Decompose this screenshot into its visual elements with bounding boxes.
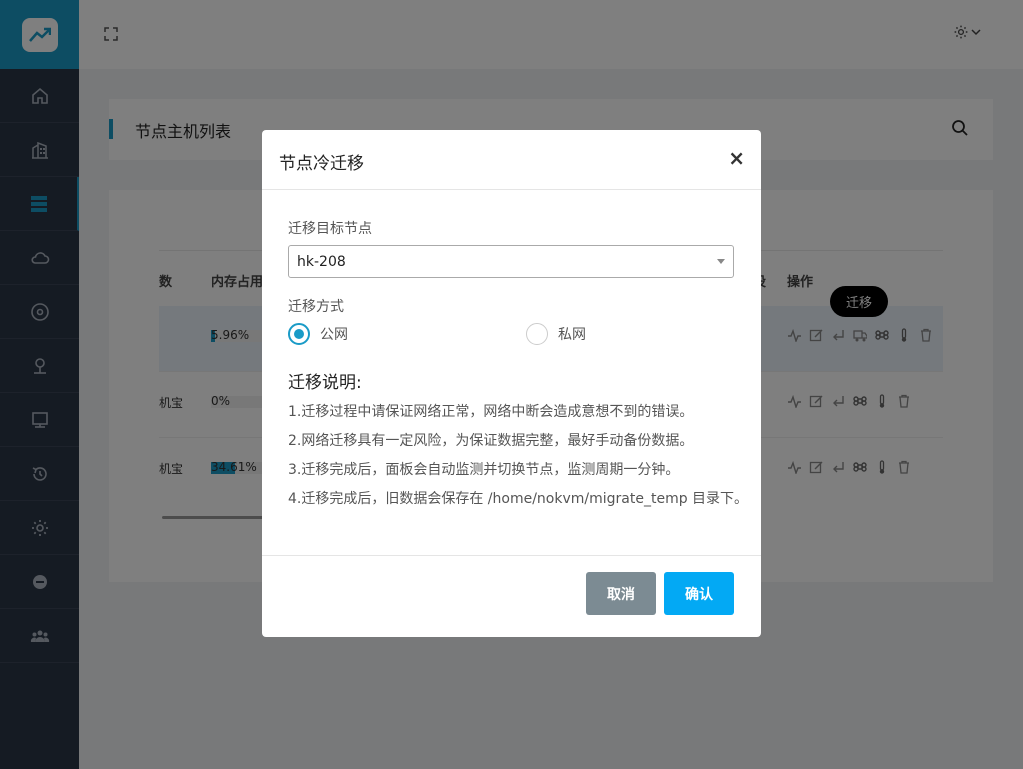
- dialog-title: 节点冷迁移: [279, 154, 364, 174]
- radio-dot: [288, 323, 310, 345]
- note-line: 3.迁移完成后，面板会自动监测并切换节点，监测周期一分钟。: [288, 462, 680, 478]
- caret-down-icon: [717, 259, 725, 264]
- radio-label: 公网: [320, 327, 348, 343]
- note-line: 4.迁移完成后，旧数据会保存在 /home/nokvm/migrate_temp…: [288, 491, 749, 507]
- radio-public-network[interactable]: 公网: [288, 323, 348, 345]
- close-icon[interactable]: ×: [728, 146, 745, 170]
- note-line: 1.迁移过程中请保证网络正常，网络中断会造成意想不到的错误。: [288, 404, 694, 420]
- confirm-button[interactable]: 确认: [664, 572, 734, 615]
- cold-migrate-dialog: 节点冷迁移 × 迁移目标节点 hk-208 迁移方式 公网 私网 迁移说明: 1…: [262, 130, 761, 637]
- cancel-button[interactable]: 取消: [586, 572, 656, 615]
- radio-private-network[interactable]: 私网: [526, 323, 586, 345]
- radio-dot: [526, 323, 548, 345]
- target-node-value: hk-208: [297, 253, 346, 270]
- target-node-label: 迁移目标节点: [288, 221, 372, 237]
- target-node-select[interactable]: hk-208: [288, 245, 734, 278]
- dialog-body: 迁移目标节点 hk-208 迁移方式 公网 私网 迁移说明: 1.迁移过程中请保…: [262, 190, 761, 556]
- notes-title: 迁移说明:: [288, 373, 362, 393]
- dialog-footer: 取消 确认: [262, 556, 761, 636]
- radio-label: 私网: [558, 327, 586, 343]
- dialog-header: 节点冷迁移 ×: [262, 130, 761, 190]
- migrate-method-label: 迁移方式: [288, 299, 344, 315]
- note-line: 2.网络迁移具有一定风险，为保证数据完整，最好手动备份数据。: [288, 433, 694, 449]
